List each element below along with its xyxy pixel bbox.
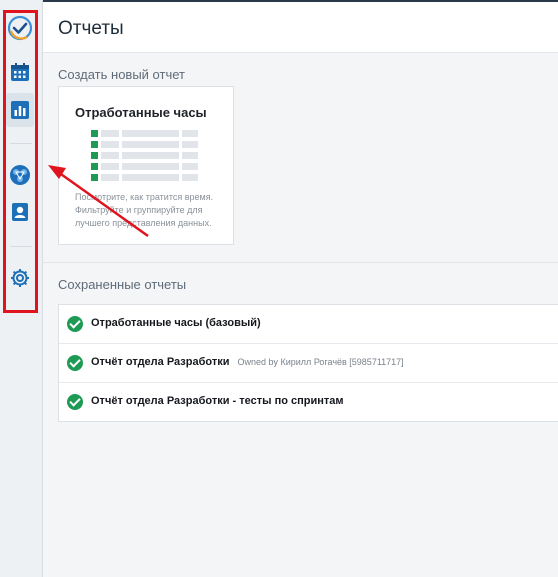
team-network-icon[interactable] — [6, 161, 34, 189]
report-title: Отчёт отдела Разработки - тесты по сприн… — [91, 395, 344, 407]
report-title: Отчёт отдела Разработки — [91, 356, 230, 368]
page-header: Отчеты — [43, 2, 558, 53]
list-item[interactable]: Отчёт отдела Разработки - тесты по сприн… — [59, 383, 558, 421]
saved-section-title: Сохраненные отчеты — [58, 277, 187, 292]
calendar-icon[interactable] — [6, 58, 34, 86]
section-divider — [43, 262, 558, 263]
report-title: Отработанные часы (базовый) — [91, 317, 261, 329]
report-owner: Owned by Кирилл Рогачёв [5985711717] — [237, 357, 404, 367]
saved-reports-list: Отработанные часы (базовый) Отчёт отдела… — [58, 304, 558, 422]
user-card-icon[interactable] — [6, 198, 34, 226]
create-section-title: Создать новый отчет — [58, 67, 185, 82]
check-circle-icon — [67, 394, 83, 410]
sidebar — [0, 0, 43, 577]
settings-gear-icon[interactable] — [6, 264, 34, 292]
page-title: Отчеты — [58, 18, 124, 39]
list-item[interactable]: Отчёт отдела Разработки Owned by Кирилл Р… — [59, 344, 558, 383]
logo-check-icon[interactable] — [6, 14, 34, 42]
card-title: Отработанные часы — [75, 105, 207, 120]
card-illustration — [91, 130, 201, 185]
check-circle-icon — [67, 316, 83, 332]
sidebar-divider — [10, 246, 32, 247]
card-description: Посмотрите, как тратится время. Фильтруй… — [75, 192, 214, 228]
reports-chart-icon[interactable] — [6, 93, 34, 127]
sidebar-divider — [10, 143, 32, 144]
check-circle-icon — [67, 355, 83, 371]
report-template-card[interactable]: Отработанные часы Посмотрите, как тратит… — [58, 86, 234, 245]
list-item[interactable]: Отработанные часы (базовый) — [59, 305, 558, 344]
